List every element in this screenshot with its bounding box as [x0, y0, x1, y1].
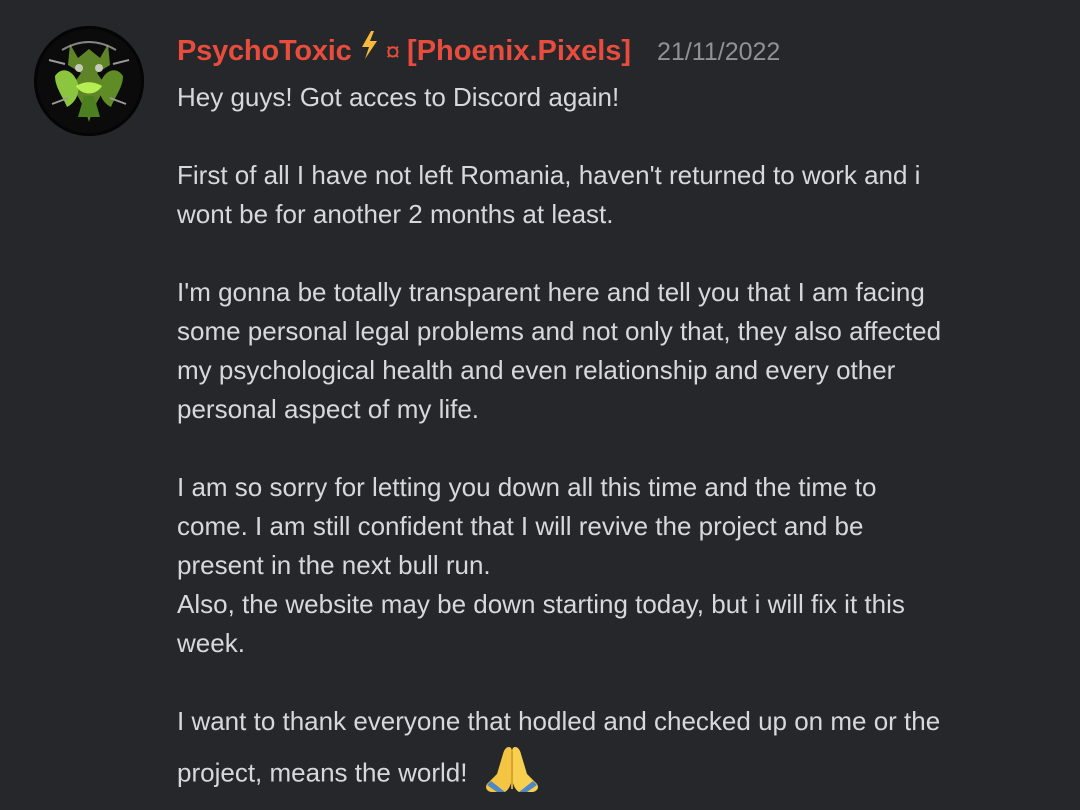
message-line: come. I am still confident that I will r…	[177, 511, 864, 541]
message-body: Hey guys! Got acces to Discord again! Fi…	[177, 78, 1057, 792]
message-line: personal aspect of my life.	[177, 394, 480, 424]
message-line: my psychological health and even relatio…	[177, 355, 896, 385]
username-link[interactable]: PsychoToxic	[177, 35, 352, 68]
avatar-image	[34, 26, 144, 136]
message-header: PsychoToxic ¤ [Phoenix.Pixels] 21/11/202…	[177, 30, 1057, 74]
lightning-bolt-icon	[361, 31, 377, 59]
message-line: Hey guys! Got acces to Discord again!	[177, 82, 620, 112]
chat-message: PsychoToxic ¤ [Phoenix.Pixels] 21/11/202…	[0, 0, 1080, 810]
currency-sign-icon: ¤	[385, 36, 401, 66]
user-tag[interactable]: [Phoenix.Pixels]	[407, 35, 631, 68]
message-line: present in the next bull run.	[177, 550, 491, 580]
praying-hands-icon	[485, 747, 538, 792]
message-line: I am so sorry for letting you down all t…	[177, 472, 877, 502]
user-avatar[interactable]	[34, 26, 144, 136]
message-line: project, means the world!	[177, 757, 468, 788]
message-line: wont be for another 2 months at least.	[177, 199, 614, 229]
message-line: some personal legal problems and not onl…	[177, 316, 942, 346]
message-line: week.	[177, 628, 245, 658]
message-line: I'm gonna be totally transparent here an…	[177, 277, 925, 307]
message-content: PsychoToxic ¤ [Phoenix.Pixels] 21/11/202…	[177, 30, 1057, 792]
message-last-line: project, means the world!	[177, 742, 1057, 792]
message-line: I want to thank everyone that hodled and…	[177, 706, 941, 736]
message-line: First of all I have not left Romania, ha…	[177, 160, 921, 190]
message-line: Also, the website may be down starting t…	[177, 589, 905, 619]
message-timestamp[interactable]: 21/11/2022	[657, 38, 780, 67]
